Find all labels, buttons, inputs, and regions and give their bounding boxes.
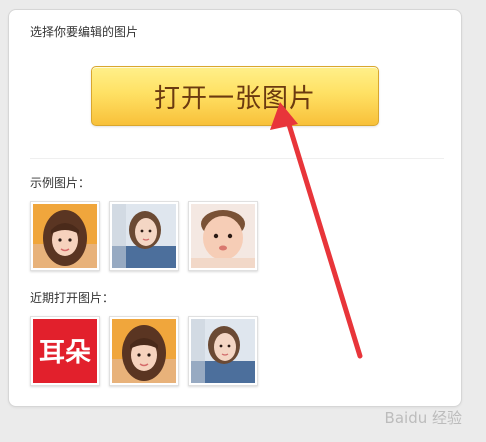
example-thumb-3[interactable] <box>188 201 258 271</box>
recent-thumbnails: 耳朵 <box>30 316 258 386</box>
example-thumb-1[interactable] <box>30 201 100 271</box>
example-thumbnails <box>30 201 258 271</box>
girl-denim-image <box>191 319 255 383</box>
image-picker-panel: 选择你要编辑的图片 打开一张图片 示例图片： 近期打开图片： 耳朵 <box>8 9 462 407</box>
recent-thumb-1-text: 耳朵 <box>39 338 91 368</box>
baby-image <box>191 204 255 268</box>
red-text-image: 耳朵 <box>33 319 97 383</box>
girl-denim-image <box>112 204 176 268</box>
recent-thumb-2[interactable] <box>109 316 179 386</box>
recent-label: 近期打开图片： <box>30 291 115 305</box>
divider <box>30 158 444 159</box>
watermark: Baidu 经验 <box>384 409 462 427</box>
open-image-button[interactable]: 打开一张图片 <box>91 66 379 126</box>
example-thumb-2[interactable] <box>109 201 179 271</box>
recent-thumb-1[interactable]: 耳朵 <box>30 316 100 386</box>
recent-thumb-3[interactable] <box>188 316 258 386</box>
girl-bangs-image <box>112 319 176 383</box>
examples-label: 示例图片： <box>30 176 91 190</box>
girl-bangs-image <box>33 204 97 268</box>
instruction-text: 选择你要编辑的图片 <box>30 25 139 39</box>
